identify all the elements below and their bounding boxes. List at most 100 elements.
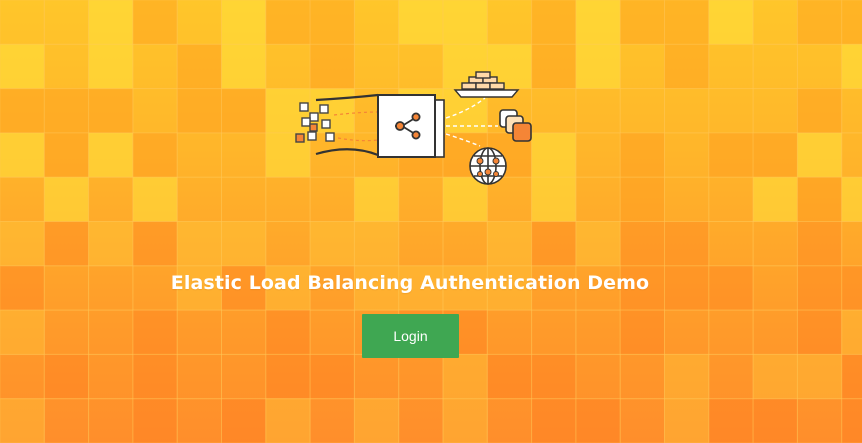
background-tile [841,353,862,400]
background-tile [531,309,577,355]
background-tile [664,88,710,134]
background-tile [43,132,90,178]
background-tile [398,0,444,45]
background-tile [752,132,798,178]
background-tile [132,132,178,178]
background-tile [88,132,134,178]
background-tile [221,353,267,400]
login-button[interactable]: Login [362,314,459,358]
background-tile [841,221,862,267]
background-tile [176,353,222,400]
background-tile [619,176,666,222]
background-tile [88,309,134,355]
background-tile [664,353,710,400]
background-tile [176,43,222,90]
background-tile [619,309,666,355]
background-tile [752,176,798,222]
background-tile [664,176,710,222]
background-tile [575,0,621,45]
background-tile [88,353,134,400]
background-tile [0,221,45,267]
background-tile [132,353,178,400]
background-tile [796,398,843,443]
background-tile [575,88,621,134]
background-tile [398,221,444,267]
background-tile [0,309,45,355]
background-tile [398,353,444,400]
background-tile [176,398,222,443]
background-tile [486,221,533,267]
background-tile [531,221,577,267]
background-tile [309,0,355,45]
background-tile [0,43,45,90]
background-tile [43,0,90,45]
background-tile [486,0,533,45]
background-tile [841,176,862,222]
background-tile [619,132,666,178]
background-tile [43,43,90,90]
background-tile [132,88,178,134]
load-balancer-icon [295,71,532,185]
background-tile [43,353,90,400]
background-tile [176,88,222,134]
background-tile [575,309,621,355]
background-tile [708,132,754,178]
background-tile [796,88,843,134]
background-tile [531,0,577,45]
background-tile [176,221,222,267]
background-tile [752,221,798,267]
background-tile [752,309,798,355]
background-tile [221,176,267,222]
background-tile [265,221,311,267]
background-tile [486,309,533,355]
background-tile [575,43,621,90]
background-tile [88,398,134,443]
background-tile [664,221,710,267]
background-tile [619,221,666,267]
background-tile [265,398,311,443]
background-tile [221,398,267,443]
background-tile [796,176,843,222]
background-tile [309,221,355,267]
background-tile [132,309,178,355]
background-tile [132,398,178,443]
background-tile [796,353,843,400]
background-tile [796,309,843,355]
background-tile [486,398,533,443]
background-tile [176,132,222,178]
background-tile [442,0,488,45]
background-tile [664,43,710,90]
page-background: Elastic Load Balancing Authentication De… [0,0,862,443]
background-tile [0,176,45,222]
background-tile [752,88,798,134]
background-tile [708,398,754,443]
background-tile [708,88,754,134]
background-tile [619,0,666,45]
background-tile [664,398,710,443]
background-tile [575,221,621,267]
background-tile [43,221,90,267]
background-tile [221,88,267,134]
background-tile [619,353,666,400]
background-tile [88,0,134,45]
background-tile [619,88,666,134]
background-tile [353,353,400,400]
background-tile [708,176,754,222]
background-tile [88,88,134,134]
background-tile [442,353,488,400]
background-tile [132,221,178,267]
background-tile [88,176,134,222]
background-tile [221,0,267,45]
background-tile [575,132,621,178]
background-tile [619,43,666,90]
background-tile [841,309,862,355]
background-tile [43,88,90,134]
background-tile [796,221,843,267]
background-tile [752,398,798,443]
background-tile [841,398,862,443]
background-tile [132,176,178,222]
background-tile [708,0,754,45]
background-tile [752,353,798,400]
background-tile [221,132,267,178]
background-tile [43,398,90,443]
